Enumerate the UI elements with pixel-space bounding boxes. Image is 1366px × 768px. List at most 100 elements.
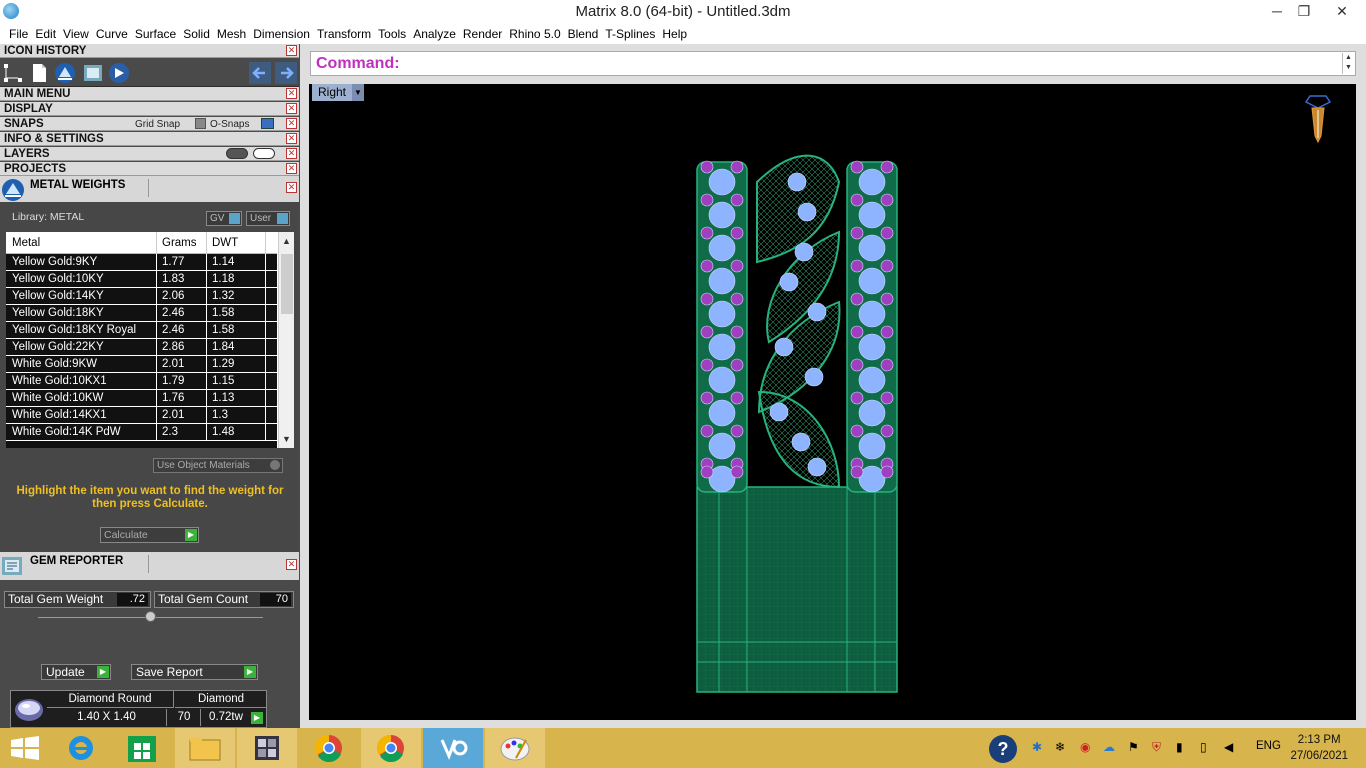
menu-surface[interactable]: Surface [132, 24, 180, 44]
icon-history-header[interactable]: ICON HISTORY ✕ [0, 44, 299, 58]
language-indicator[interactable]: ENG [1256, 740, 1281, 752]
gv-toggle[interactable]: GV [206, 211, 242, 226]
close-icon[interactable]: ✕ [286, 88, 297, 99]
close-icon[interactable]: ✕ [286, 163, 297, 174]
internet-explorer-icon[interactable] [52, 728, 110, 768]
gem-report-icon[interactable] [82, 62, 104, 84]
table-row[interactable]: Yellow Gold:10KY 1.83 1.18 [6, 271, 277, 288]
back-arrow-icon[interactable] [249, 62, 271, 84]
o-snaps-toggle[interactable] [261, 118, 274, 129]
command-spinner[interactable]: ▲ ▼ [1342, 53, 1354, 74]
table-scrollbar[interactable]: ▲ ▼ [278, 232, 294, 448]
table-row[interactable]: White Gold:10KW 1.76 1.13 [6, 390, 277, 407]
layers-header[interactable]: LAYERS ✕ [0, 147, 299, 161]
help-icon[interactable]: ? [988, 734, 1018, 764]
minimize-button[interactable]: ─ [1262, 0, 1292, 22]
menu-solid[interactable]: Solid [180, 24, 214, 44]
table-row[interactable]: Yellow Gold:18KY 2.46 1.58 [6, 305, 277, 322]
play-tool-icon[interactable] [108, 62, 130, 84]
display-header[interactable]: DISPLAY ✕ [0, 102, 299, 116]
chrome-icon[interactable] [300, 728, 358, 768]
dimension-tool-icon[interactable] [2, 62, 24, 84]
menu-tools[interactable]: Tools [375, 24, 410, 44]
user-toggle[interactable]: User [246, 211, 290, 226]
menu-curve[interactable]: Curve [93, 24, 132, 44]
menu-dimension[interactable]: Dimension [250, 24, 314, 44]
menu-tsplines[interactable]: T-Splines [602, 24, 659, 44]
play-icon[interactable]: ▶ [251, 712, 263, 724]
shield-icon[interactable]: ⛨ [1152, 740, 1161, 755]
menu-view[interactable]: View [60, 24, 93, 44]
menu-blend[interactable]: Blend [565, 24, 603, 44]
maximize-button[interactable]: ❐ [1289, 0, 1319, 22]
close-icon[interactable]: ✕ [286, 559, 297, 570]
close-icon[interactable]: ✕ [286, 133, 297, 144]
chevron-down-icon[interactable]: ▼ [352, 84, 364, 101]
menu-transform[interactable]: Transform [314, 24, 375, 44]
table-row[interactable]: White Gold:9KW 2.01 1.29 [6, 356, 277, 373]
table-row[interactable]: White Gold:14KX1 2.01 1.3 [6, 407, 277, 424]
vsdc-icon[interactable] [424, 728, 482, 768]
menu-mesh[interactable]: Mesh [214, 24, 250, 44]
network-icon[interactable]: ▮ [1176, 740, 1183, 754]
scrollbar-thumb[interactable] [281, 254, 293, 314]
chrome-icon-2[interactable] [362, 728, 420, 768]
table-row[interactable]: White Gold:10KX1 1.79 1.15 [6, 373, 277, 390]
menu-help[interactable]: Help [659, 24, 691, 44]
column-dwt[interactable]: DWT [212, 237, 238, 249]
right-viewport[interactable]: Right ▼ [309, 84, 1356, 720]
clock[interactable]: 2:13 PM 27/06/2021 [1290, 732, 1348, 764]
update-button[interactable]: Update ▶ [41, 664, 111, 680]
info-settings-header[interactable]: INFO & SETTINGS ✕ [0, 132, 299, 146]
menu-rhino[interactable]: Rhino 5.0 [506, 24, 564, 44]
menu-edit[interactable]: Edit [32, 24, 60, 44]
table-row[interactable]: White Gold:14K PdW 2.3 1.48 [6, 424, 277, 441]
volume-icon[interactable]: ◀ [1224, 740, 1233, 754]
close-icon[interactable]: ✕ [286, 182, 297, 193]
scroll-up-icon[interactable]: ▲ [282, 236, 291, 246]
store-icon[interactable] [113, 728, 171, 768]
close-icon[interactable]: ✕ [286, 148, 297, 159]
menu-file[interactable]: File [6, 24, 32, 44]
main-menu-header[interactable]: MAIN MENU ✕ [0, 87, 299, 101]
paint-icon[interactable] [486, 728, 544, 768]
size-slider-handle[interactable] [145, 611, 156, 622]
metal-weights-icon[interactable] [54, 62, 76, 84]
menu-analyze[interactable]: Analyze [410, 24, 460, 44]
table-row[interactable]: Yellow Gold:14KY 2.06 1.32 [6, 288, 277, 305]
close-button[interactable]: ✕ [1327, 0, 1357, 22]
use-object-materials-toggle[interactable]: Use Object Materials [153, 458, 283, 473]
gem-row[interactable]: Diamond Round Diamond 1.40 X 1.40 70 0.7… [10, 690, 267, 728]
save-report-button[interactable]: Save Report ▶ [131, 664, 258, 680]
calculate-button[interactable]: Calculate ▶ [100, 527, 199, 543]
layer-visibility-icon[interactable] [226, 148, 248, 159]
matrix-app-icon[interactable] [238, 728, 296, 768]
cloud-icon[interactable]: ☁ [1103, 740, 1115, 754]
table-row[interactable]: Yellow Gold:9KY 1.77 1.14 [6, 254, 277, 271]
scroll-down-icon[interactable]: ▼ [282, 434, 291, 444]
table-row[interactable]: Yellow Gold:18KY Royal 2.46 1.58 [6, 322, 277, 339]
column-grams[interactable]: Grams [162, 237, 197, 249]
menu-render[interactable]: Render [460, 24, 506, 44]
column-metal[interactable]: Metal [12, 237, 40, 249]
table-row-partial[interactable] [6, 441, 277, 448]
battery-icon[interactable]: ▯ [1200, 740, 1207, 754]
file-explorer-icon[interactable] [176, 728, 234, 768]
viewport-name[interactable]: Right ▼ [312, 84, 364, 101]
projects-header[interactable]: PROJECTS ✕ [0, 162, 299, 176]
eye-icon[interactable] [253, 148, 275, 159]
flag-icon[interactable]: ⚑ [1128, 740, 1139, 754]
beats-icon[interactable]: ◉ [1080, 740, 1090, 754]
snaps-header[interactable]: SNAPS Grid Snap O-Snaps ✕ [0, 117, 299, 131]
grid-snap-toggle[interactable] [195, 118, 206, 129]
close-icon[interactable]: ✕ [286, 118, 297, 129]
forward-arrow-icon[interactable] [275, 62, 297, 84]
new-document-icon[interactable] [28, 62, 50, 84]
command-bar[interactable]: Command: ▲ ▼ [310, 51, 1356, 76]
snowflake-icon[interactable]: ❄ [1055, 740, 1065, 754]
close-icon[interactable]: ✕ [286, 45, 297, 56]
table-row[interactable]: Yellow Gold:22KY 2.86 1.84 [6, 339, 277, 356]
bluetooth-icon[interactable]: ✱ [1032, 740, 1042, 754]
close-icon[interactable]: ✕ [286, 103, 297, 114]
start-icon[interactable] [0, 728, 58, 768]
